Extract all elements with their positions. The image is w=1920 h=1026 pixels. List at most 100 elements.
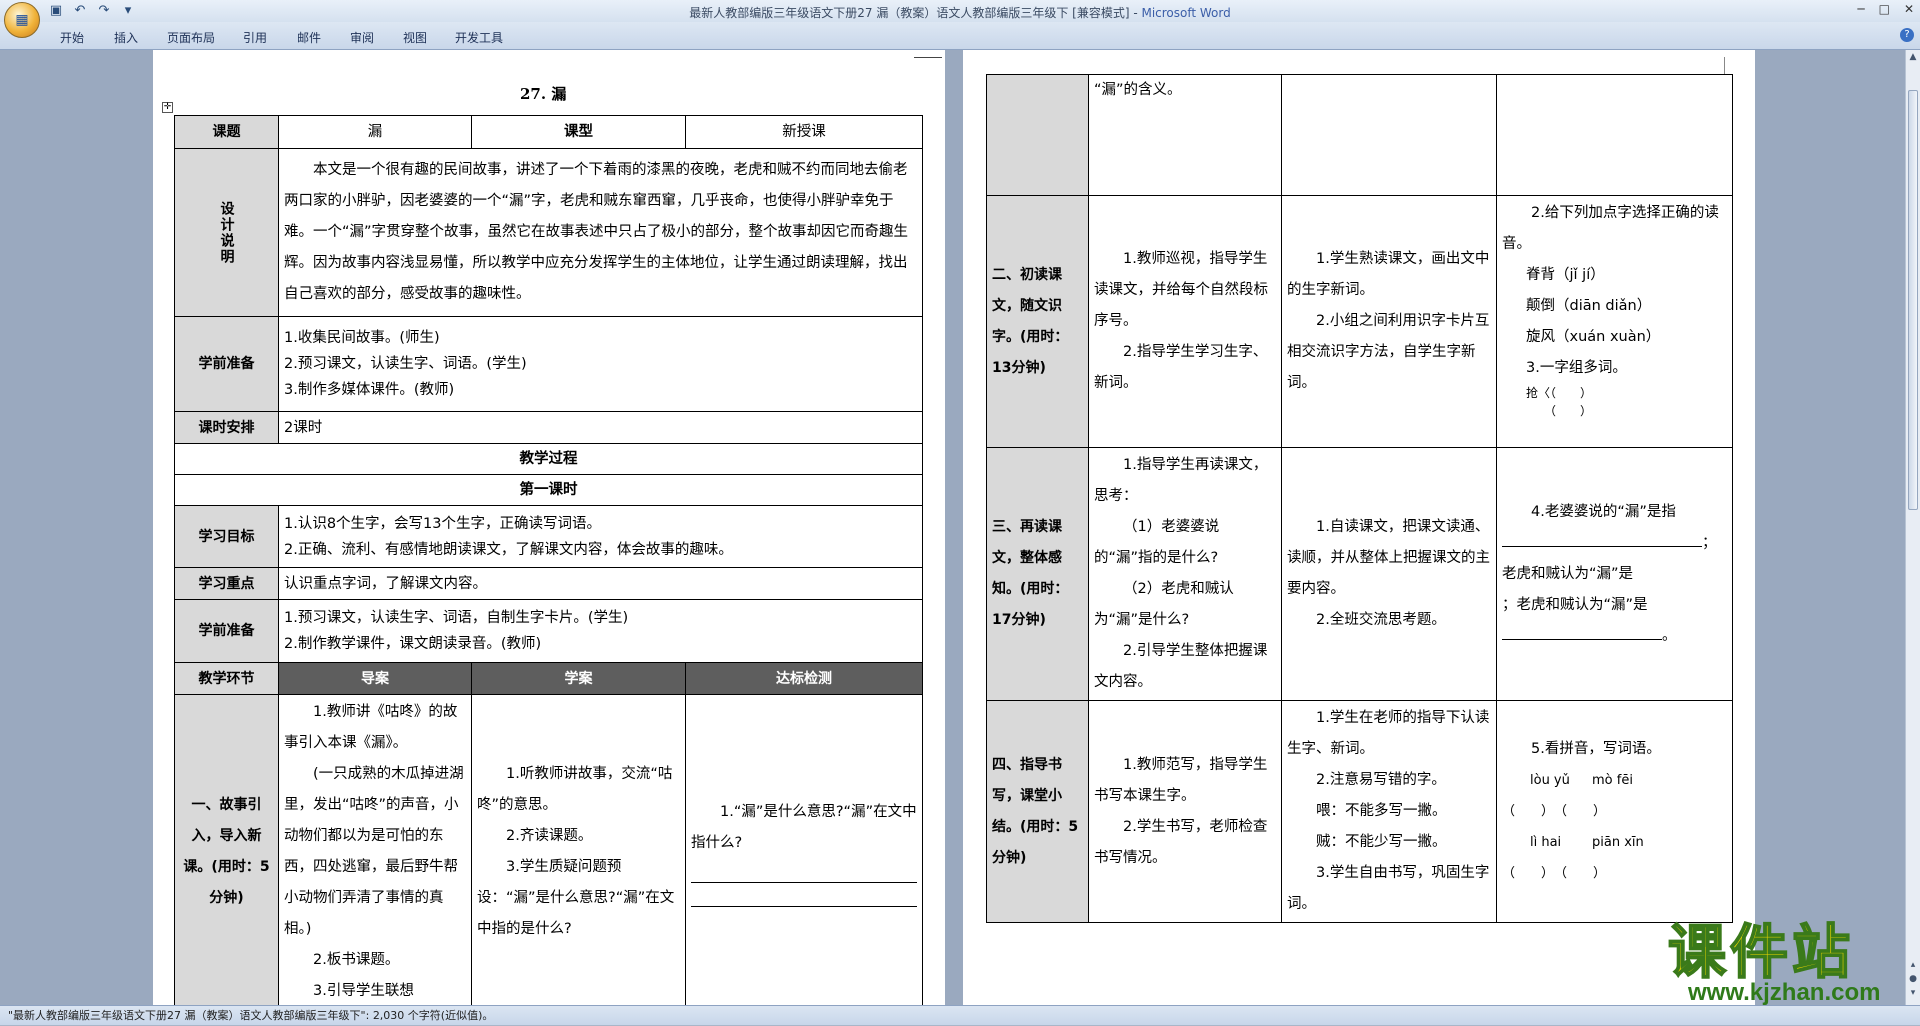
step2-guide: 1.教师巡视，指导学生读课文，并给每个自然段标序号。 2.指导学生学习生字、新词…: [1088, 195, 1282, 448]
list-item: 2.学生书写，老师检查书写情况。: [1094, 818, 1268, 866]
scroll-thumb[interactable]: [1908, 90, 1918, 510]
list-item: 1.收集民间故事。(师生): [284, 330, 440, 346]
minimize-icon[interactable]: ─: [1857, 2, 1864, 16]
list-item: 1.预习课文，认读生字、词语，自制生字卡片。(学生): [284, 610, 629, 626]
step3-study: 1.自读课文，把课文读通、读顺，并从整体上把握课文的主要内容。 2.全班交流思考…: [1281, 447, 1497, 701]
label-type: 课型: [471, 115, 686, 149]
next-page-icon[interactable]: ▾: [1907, 988, 1919, 1000]
step1-label: 一、故事引入，导入新课。(用时：5分钟): [174, 694, 279, 1010]
step4-label: 四、指导书写，课堂小结。(用时：5分钟): [986, 700, 1089, 923]
title-bar: ▣ ↶ ↷ ▾ 最新人教部编版三年级语文下册27 漏（教案）语文人教部编版三年级…: [0, 0, 1920, 22]
pinyin: lì hai: [1530, 835, 1562, 850]
step3-check: 4.老婆婆说的“漏”是指 ；老虎和贼认为“漏”是 ；老虎和贼认为“漏”是 。: [1496, 447, 1733, 701]
answer-brackets: （ ） （ ）: [1502, 804, 1607, 819]
list-item: 1.自读课文，把课文读通、读顺，并从整体上把握课文的主要内容。: [1287, 519, 1490, 597]
vertical-scrollbar[interactable]: ▲ ▴ ● ▾: [1905, 50, 1920, 1012]
prev-page-icon[interactable]: ▴: [1907, 960, 1919, 972]
list-item: 颠倒（diān diǎn）: [1526, 298, 1652, 314]
row0-study: [1281, 74, 1497, 196]
list-item: 3.学生质疑问题预设：“漏”是什么意思?“漏”在文中指的是什么?: [477, 859, 675, 937]
label-design: 设计说明: [174, 148, 279, 317]
list-item: 喂：不能多写一撇。: [1316, 803, 1447, 819]
header-check: 达标检测: [685, 662, 923, 695]
office-button[interactable]: ▦: [4, 2, 40, 38]
list-item: 1.学生在老师的指导下认读生字、新词。: [1287, 710, 1490, 757]
office-logo-icon: ▦: [15, 12, 29, 28]
maximize-icon[interactable]: □: [1879, 2, 1890, 16]
tab-home[interactable]: 开始: [60, 29, 84, 46]
focus-value: 认识重点字词，了解课文内容。: [278, 567, 923, 600]
browse-object-icon[interactable]: ●: [1907, 974, 1919, 986]
status-text: "最新人教部编版三年级语文下册27 漏（教案）语文人教部编版三年级下": 2,0…: [8, 1009, 494, 1022]
step4-guide: 1.教师范写，指导学生书写本课生字。 2.学生书写，老师检查书写情况。: [1088, 700, 1282, 923]
value-topic: 漏: [278, 115, 472, 149]
list-item: 5.看拼音，写词语。: [1531, 741, 1661, 757]
section-lesson: 第一课时: [174, 474, 923, 506]
step2-check: 2.给下列加点字选择正确的读音。 脊背（jǐ jí） 颠倒（diān diǎn）…: [1496, 195, 1733, 448]
list-item: 旋风（xuán xuàn）: [1526, 329, 1661, 345]
list-item: 贼：不能少写一撇。: [1316, 834, 1447, 850]
step1-guide: 1.教师讲《咕咚》的故事引入本课《漏》。 (一只成熟的木瓜掉进湖里，发出“咕咚”…: [278, 694, 472, 1010]
list-item: (一只成熟的木瓜掉进湖里，发出“咕咚”的声音，小动物们都以为是可怕的东西，四处逃…: [284, 766, 464, 937]
pinyin: lòu yǔ: [1530, 773, 1570, 788]
header-guide: 导案: [278, 662, 472, 695]
value-type: 新授课: [685, 115, 923, 149]
step1-check: 1.“漏”是什么意思?“漏”在文中指什么?: [685, 694, 923, 1010]
watermark-cn: 课件站: [1667, 918, 1855, 986]
watermark-logo: 课件站 www.kjzhan.com: [1667, 918, 1908, 1006]
header-step: 教学环节: [174, 662, 279, 695]
list-item: 2.给下列加点字选择正确的读音。: [1502, 205, 1719, 252]
list-item: 1.认识8个生字，会写13个生字，正确读写词语。: [284, 515, 602, 532]
list-item: 2.全班交流思考题。: [1316, 612, 1446, 628]
list-item: 1.学生熟读课文，画出文中的生字新词。: [1287, 251, 1490, 298]
char-qiang: 抢: [1526, 386, 1539, 400]
window-controls: ─ □ ✕: [1857, 2, 1914, 16]
step2-study: 1.学生熟读课文，画出文中的生字新词。 2.小组之间利用识字卡片互相交流识字方法…: [1281, 195, 1497, 448]
label-prep2: 学前准备: [174, 599, 279, 663]
label-topic: 课题: [174, 115, 279, 149]
answer-brackets: （ ） （ ）: [1502, 866, 1607, 881]
list-item: 1.指导学生再读课文，思考：: [1094, 457, 1268, 504]
list-item: ；老虎和贼认为“漏”是: [1502, 596, 1648, 613]
answer-blank: [1502, 638, 1662, 640]
table-move-handle-icon[interactable]: ✛: [162, 102, 173, 113]
step4-check: 5.看拼音，写词语。 lòu yǔ mò fēi （ ） （ ） lì hai pi…: [1496, 700, 1733, 923]
lesson-plan-table-right: “漏”的含义。 二、初读课文，随文识字。(用时：13分钟) 1.教师巡视，指导学…: [986, 74, 1733, 923]
list-item: 脊背（jǐ jí）: [1526, 267, 1605, 283]
tab-mailings[interactable]: 邮件: [297, 29, 321, 46]
design-text: 本文是一个很有趣的民间故事，讲述了一个下着雨的漆黑的夜晚，老虎和贼不约而同地去偷…: [278, 148, 923, 317]
tab-page-layout[interactable]: 页面布局: [167, 29, 215, 46]
step0-label: [986, 74, 1089, 196]
list-item: 4.老婆婆说的“漏”是指: [1531, 503, 1676, 520]
list-item: 。: [1662, 627, 1677, 644]
step2-label: 二、初读课文，随文识字。(用时：13分钟): [986, 195, 1089, 448]
tab-view[interactable]: 视图: [403, 29, 427, 46]
pinyin: piān xīn: [1592, 835, 1644, 850]
list-item: 2.板书课题。: [313, 952, 400, 968]
list-item: ；老虎和贼认为“漏”是: [1502, 534, 1717, 582]
scroll-up-icon[interactable]: ▲: [1907, 52, 1919, 64]
help-icon[interactable]: ?: [1900, 28, 1914, 42]
label-schedule: 课时安排: [174, 411, 279, 444]
pinyin: mò fēi: [1592, 773, 1633, 788]
list-item: （1）老婆婆说的“漏”指的是什么?: [1094, 519, 1220, 566]
close-icon[interactable]: ✕: [1904, 2, 1914, 16]
list-item: 1.听教师讲故事，交流“咕咚”的意思。: [477, 766, 673, 813]
list-item: 3.学生自由书写，巩固生字词。: [1287, 865, 1490, 912]
tab-references[interactable]: 引用: [243, 29, 267, 46]
margin-mark: [1724, 57, 1725, 75]
row0-check: [1496, 74, 1733, 196]
lesson-plan-table-left: 课题 漏 课型 新授课 设计说明 本文是一个很有趣的民间故事，讲述了一个下着雨的…: [174, 115, 923, 1010]
step1-study: 1.听教师讲故事，交流“咕咚”的意思。 2.齐读课题。 3.学生质疑问题预设：“…: [471, 694, 686, 1010]
tab-review[interactable]: 审阅: [350, 29, 374, 46]
list-item: 1.教师巡视，指导学生读课文，并给每个自然段标序号。: [1094, 251, 1268, 329]
list-item: 3.引导学生联想: [313, 983, 414, 999]
list-item: 2.指导学生学习生字、新词。: [1094, 344, 1268, 391]
answer-line: [691, 891, 917, 907]
schedule-value: 2课时: [278, 411, 923, 444]
watermark-url: www.kjzhan.com: [1688, 979, 1881, 1006]
list-item: 1.教师讲《咕咚》的故事引入本课《漏》。: [284, 704, 458, 751]
tab-developer[interactable]: 开发工具: [455, 29, 503, 46]
tab-insert[interactable]: 插入: [114, 29, 138, 46]
goal-list: 1.认识8个生字，会写13个生字，正确读写词语。 2.正确、流利、有感情地朗读课…: [278, 505, 923, 568]
